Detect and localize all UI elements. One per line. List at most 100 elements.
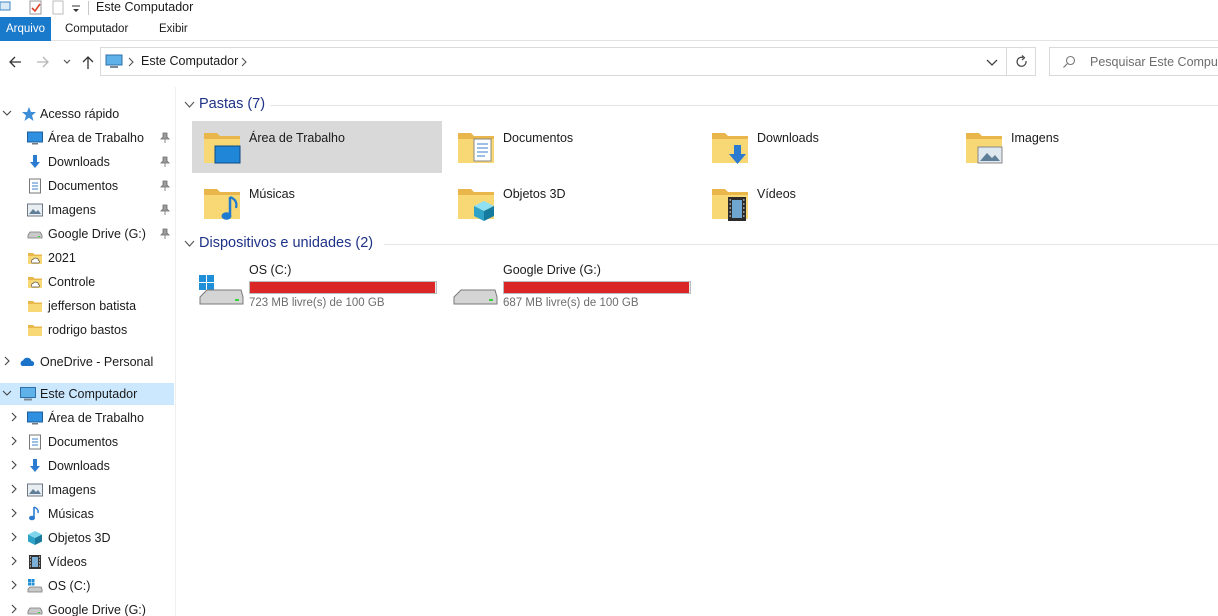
collapsed-chevron-icon[interactable] (9, 484, 19, 494)
folders-group-header[interactable]: Pastas (7) (184, 95, 1218, 115)
folder-tile-3d-objects[interactable]: Objetos 3D (446, 177, 696, 229)
nav-item-pc-videos[interactable]: Vídeos (0, 551, 174, 573)
up-arrow-icon[interactable] (80, 52, 98, 72)
folder-tile-downloads[interactable]: Downloads (700, 121, 950, 173)
nav-item-pc-desktop[interactable]: Área de Trabalho (0, 407, 174, 429)
tab-computador[interactable]: Computador (57, 17, 136, 41)
nav-label: Este Computador (40, 387, 138, 401)
navigation-pane: Acesso rápido Área de Trabalho Downloads… (0, 87, 176, 616)
collapsed-chevron-icon[interactable] (9, 556, 19, 566)
collapsed-chevron-icon[interactable] (9, 436, 19, 446)
tab-arquivo[interactable]: Arquivo (0, 17, 51, 41)
collapsed-chevron-icon[interactable] (9, 508, 19, 518)
nav-item-quick-jefferson[interactable]: jefferson batista (0, 295, 174, 317)
folder-name: Músicas (249, 187, 295, 201)
drive-free-space: 687 MB livre(s) de 100 GB (503, 297, 639, 309)
address-path[interactable]: Este Computador (141, 54, 238, 68)
expanded-chevron-icon[interactable] (2, 388, 12, 398)
group-collapse-chevron-icon[interactable] (184, 240, 195, 248)
address-bar[interactable]: Este Computador (100, 47, 1007, 76)
nav-quick-access[interactable]: Acesso rápido (0, 103, 174, 125)
group-title: Pastas (7) (199, 96, 266, 112)
videos-folder-icon (710, 183, 750, 221)
properties-icon[interactable] (28, 0, 44, 16)
nav-item-pc-3d-objects[interactable]: Objetos 3D (0, 527, 174, 549)
refresh-icon (1016, 55, 1027, 67)
nav-item-quick-desktop[interactable]: Área de Trabalho (0, 127, 174, 149)
drive-usage-bar (503, 281, 691, 294)
nav-item-quick-2021[interactable]: 2021 (0, 247, 174, 269)
drive-usage-fill (504, 282, 689, 293)
nav-label: 2021 (48, 251, 76, 265)
nav-item-pc-pictures[interactable]: Imagens (0, 479, 174, 501)
recent-locations-chevron-icon[interactable] (60, 52, 78, 72)
collapsed-chevron-icon[interactable] (9, 604, 19, 614)
address-dropdown-icon[interactable] (985, 57, 999, 69)
new-folder-icon[interactable] (52, 0, 66, 16)
computer-icon (105, 54, 123, 68)
nav-item-pc-os-c[interactable]: OS (C:) (0, 575, 174, 597)
folder-tile-videos[interactable]: Vídeos (700, 177, 950, 229)
refresh-button[interactable] (1007, 47, 1036, 76)
nav-label: Downloads (48, 459, 110, 473)
pin-icon[interactable] (160, 156, 170, 168)
collapsed-chevron-icon[interactable] (2, 356, 12, 366)
nav-item-quick-rodrigo[interactable]: rodrigo bastos (0, 319, 174, 341)
drive-tile-os-c[interactable]: OS (C:) 723 MB livre(s) de 100 GB (192, 259, 442, 309)
search-box[interactable]: Pesquisar Este Computador (1049, 47, 1218, 76)
nav-label: Área de Trabalho (48, 131, 144, 145)
title-bar: Este Computador (0, 0, 1218, 16)
collapsed-chevron-icon[interactable] (9, 460, 19, 470)
folder-tile-documents[interactable]: Documentos (446, 121, 696, 173)
computer-icon (20, 387, 36, 401)
nav-label: Vídeos (48, 555, 87, 569)
music-icon (29, 506, 39, 521)
pin-icon[interactable] (160, 228, 170, 240)
breadcrumb-chevron-icon[interactable] (240, 56, 248, 68)
nav-label: jefferson batista (48, 299, 137, 313)
pin-icon[interactable] (160, 180, 170, 192)
star-icon (22, 107, 36, 121)
search-placeholder[interactable]: Pesquisar Este Computador (1090, 55, 1218, 69)
forward-arrow-icon[interactable] (34, 52, 52, 72)
drive-tile-google-drive[interactable]: Google Drive (G:) 687 MB livre(s) de 100… (446, 259, 696, 309)
folder-name: Objetos 3D (503, 187, 566, 201)
folder-tile-pictures[interactable]: Imagens (954, 121, 1204, 173)
customize-toolbar-icon[interactable] (70, 0, 82, 16)
collapsed-chevron-icon[interactable] (9, 532, 19, 542)
drives-group-header[interactable]: Dispositivos e unidades (2) (184, 234, 1218, 254)
nav-item-pc-google-drive[interactable]: Google Drive (G:) (0, 599, 174, 616)
window-title: Este Computador (96, 0, 194, 14)
nav-label: OneDrive - Personal (40, 355, 154, 369)
nav-item-quick-downloads[interactable]: Downloads (0, 151, 174, 173)
folder-tile-music[interactable]: Músicas (192, 177, 442, 229)
drive-icon (27, 607, 43, 615)
tab-exibir[interactable]: Exibir (151, 17, 196, 41)
nav-item-pc-music[interactable]: Músicas (0, 503, 174, 525)
expanded-chevron-icon[interactable] (2, 108, 12, 118)
nav-item-quick-google-drive[interactable]: Google Drive (G:) (0, 223, 174, 245)
nav-item-pc-documents[interactable]: Documentos (0, 431, 174, 453)
nav-onedrive[interactable]: OneDrive - Personal (0, 351, 174, 373)
nav-item-quick-controle[interactable]: Controle (0, 271, 174, 293)
folder-icon (26, 322, 44, 338)
3d-objects-icon (28, 531, 42, 545)
explorer-icon[interactable] (0, 0, 12, 14)
group-collapse-chevron-icon[interactable] (184, 101, 195, 109)
nav-item-quick-pictures[interactable]: Imagens (0, 199, 174, 221)
folder-name: Vídeos (757, 187, 796, 201)
nav-item-pc-downloads[interactable]: Downloads (0, 455, 174, 477)
pin-icon[interactable] (160, 132, 170, 144)
breadcrumb-chevron-icon[interactable] (127, 56, 135, 68)
back-arrow-icon[interactable] (6, 52, 24, 72)
nav-this-pc[interactable]: Este Computador (0, 383, 174, 405)
collapsed-chevron-icon[interactable] (9, 580, 19, 590)
downloads-folder-icon (710, 127, 750, 164)
collapsed-chevron-icon[interactable] (9, 412, 19, 422)
folder-tile-desktop[interactable]: Área de Trabalho (192, 121, 442, 173)
nav-item-quick-documents[interactable]: Documentos (0, 175, 174, 197)
nav-label: Imagens (48, 203, 96, 217)
search-icon (1063, 55, 1076, 68)
drive-free-space: 723 MB livre(s) de 100 GB (249, 297, 385, 309)
pin-icon[interactable] (160, 204, 170, 216)
